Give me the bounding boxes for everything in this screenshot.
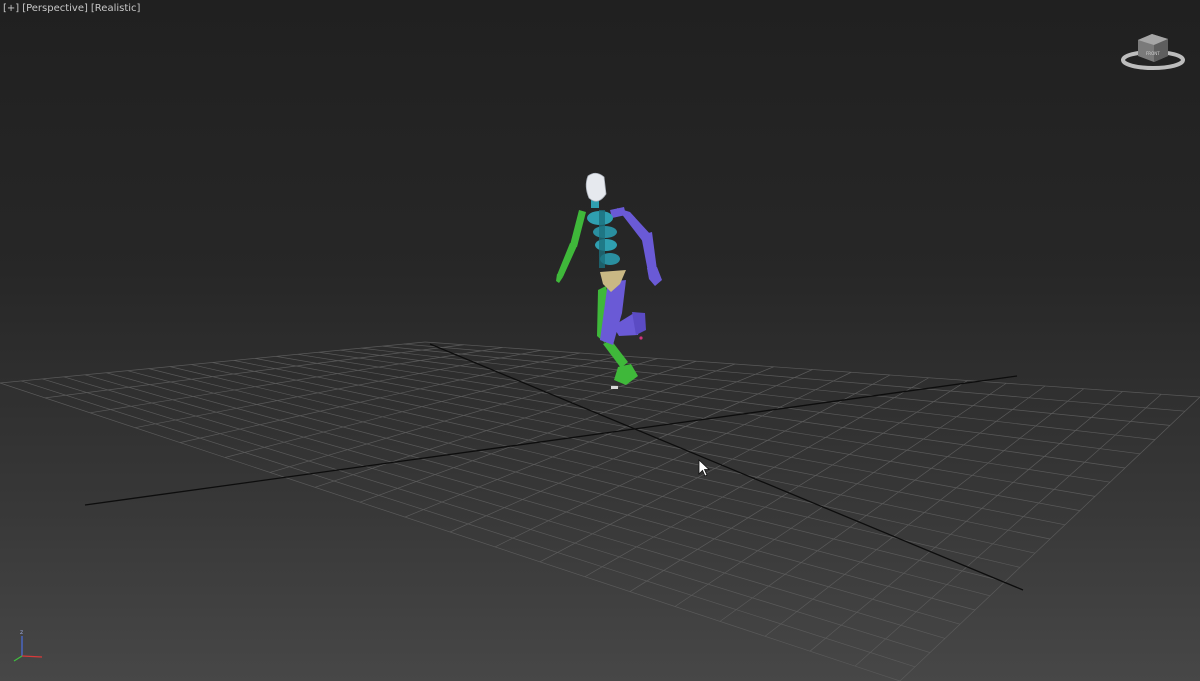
left-forearm[interactable] — [557, 243, 577, 277]
grid-axis-x — [84, 375, 1018, 506]
right-forearm[interactable] — [641, 232, 657, 272]
spine[interactable] — [587, 210, 620, 268]
axis-tripod-icon: z — [13, 629, 43, 662]
left-upperarm[interactable] — [570, 210, 586, 247]
perspective-viewport[interactable]: [+] [Perspective] [Realistic] FRONT z — [0, 0, 1200, 681]
grid-line — [854, 393, 1162, 667]
scene-canvas[interactable] — [0, 0, 1200, 681]
grid-line — [403, 343, 1186, 412]
viewcube-face-label: FRONT — [1146, 51, 1160, 56]
grid-line — [424, 341, 1200, 398]
mouse-pointer-icon — [698, 459, 711, 477]
left-toe-marker — [611, 386, 618, 389]
biped-skeleton[interactable] — [556, 172, 662, 389]
left-calf[interactable] — [603, 340, 628, 368]
axis-z-label: z — [20, 629, 23, 636]
viewcube-icon[interactable]: FRONT — [1118, 28, 1188, 72]
right-foot-marker — [639, 336, 643, 340]
head[interactable] — [585, 172, 607, 202]
right-hand[interactable] — [647, 267, 662, 286]
home-grid — [0, 341, 1200, 681]
